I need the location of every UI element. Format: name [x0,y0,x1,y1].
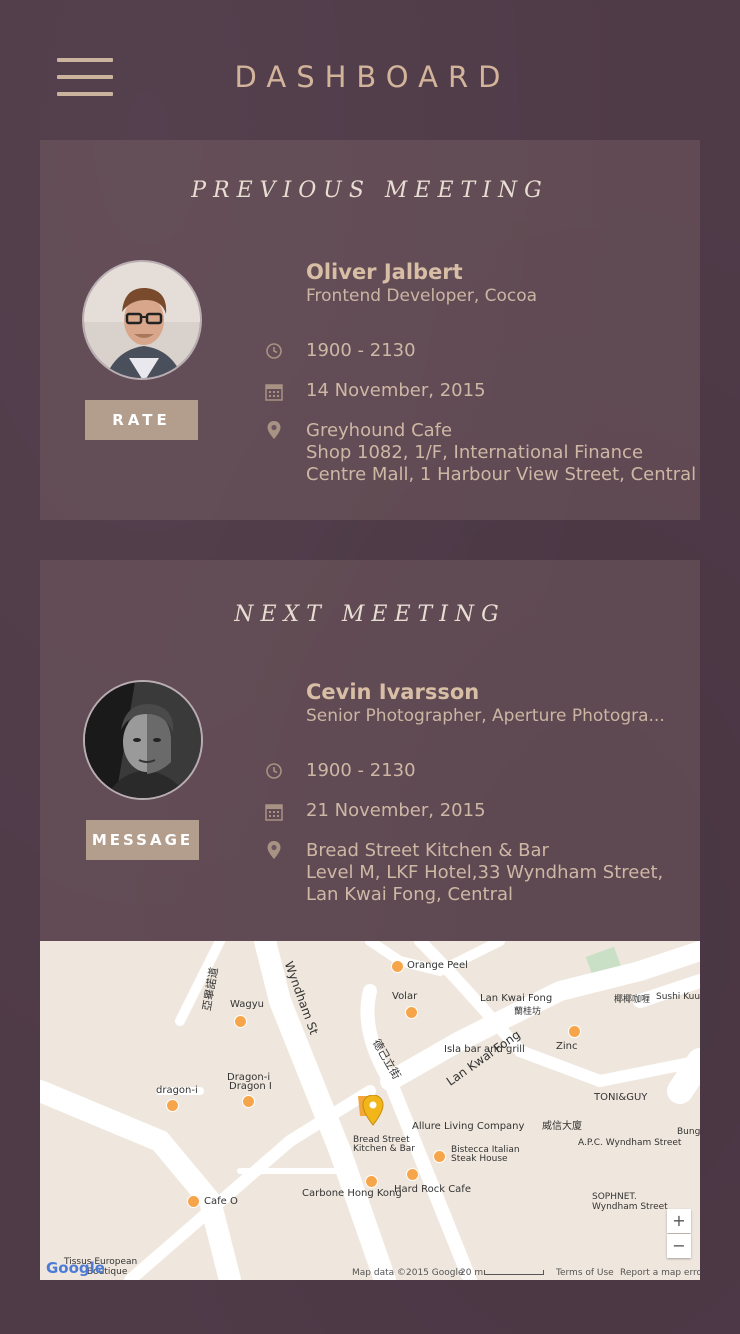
map-place-label: Kitchen & Bar [353,1144,415,1154]
map-poi[interactable] [405,1006,418,1019]
location-map[interactable]: Wyndham St Lan Kwai Fong 德己立街 亞畢諾道 Orang… [40,941,700,1280]
location-pin-icon [267,421,281,439]
clock-icon [266,763,282,779]
map-marker-icon[interactable] [362,1095,384,1127]
header: DASHBOARD [0,0,740,140]
map-poi[interactable] [391,960,404,973]
avatar-oliver [82,260,202,380]
map-place-label: Hard Rock Cafe [394,1184,471,1195]
map-place-label: Carbone Hong Kong [302,1188,402,1199]
map-place-label: Allure Living Company [412,1121,525,1132]
map-place-label: Volar [392,991,418,1002]
avatar-cevin [83,680,203,800]
previous-meeting-card: PREVIOUS MEETING RATE Oliver Jalbert Fro… [40,140,700,520]
next-meeting-card: NEXT MEETING MESSAGE Cevin Ivarsson Seni… [40,560,700,1280]
map-place-label: Dragon I [229,1081,272,1092]
previous-location-line: Greyhound Cafe [306,420,453,441]
previous-location-line: Centre Mall, 1 Harbour View Street, Cent… [306,464,697,485]
map-place-label: Zinc [556,1041,578,1052]
map-place-label: dragon-i [156,1085,198,1096]
page-title: DASHBOARD [234,60,511,94]
next-attendee-role: Senior Photographer, Aperture Photogra..… [306,706,665,726]
next-location-line: Bread Street Kitchen & Bar [306,840,549,861]
map-place-label: 蘭桂坊 [514,1007,542,1017]
map-place-label: Steak House [451,1154,508,1164]
map-place-label: Wagyu [230,999,264,1010]
previous-attendee-name: Oliver Jalbert [306,260,463,284]
previous-meeting-heading: PREVIOUS MEETING [191,178,549,203]
next-meeting-heading: NEXT MEETING [234,602,506,627]
map-place-label: 椰椰咖喱 [614,995,651,1005]
rate-button[interactable]: RATE [85,400,198,440]
zoom-in-button[interactable]: + [667,1209,691,1233]
calendar-icon [265,384,283,401]
map-poi[interactable] [234,1015,247,1028]
google-logo[interactable]: Google [46,1259,105,1277]
map-place-label: Bung [677,1127,700,1137]
clock-icon [266,343,282,359]
map-poi[interactable] [406,1168,419,1181]
next-date: 21 November, 2015 [306,800,486,821]
map-scale: 20 m [460,1268,484,1278]
map-poi[interactable] [242,1095,255,1108]
next-location-line: Level M, LKF Hotel,33 Wyndham Street, [306,862,664,883]
map-place-label: Lan Kwai Fong [480,993,553,1004]
map-place-label: SOPHNET. [592,1192,637,1202]
next-location-line: Lan Kwai Fong, Central [306,884,514,905]
map-place-label: TONI&GUY [594,1092,648,1103]
map-poi[interactable] [166,1099,179,1112]
map-place-label: Sushi Kuu [656,992,700,1002]
previous-location: Greyhound Cafe Shop 1082, 1/F, Internati… [306,420,696,486]
map-place-label: 威信大廈 [542,1121,582,1132]
map-scale-bar [484,1270,544,1275]
previous-attendee-role: Frontend Developer, Cocoa [306,286,538,306]
map-terms-link[interactable]: Terms of Use [556,1268,614,1278]
message-button[interactable]: MESSAGE [86,820,199,860]
map-attribution: Map data ©2015 Google [352,1268,464,1278]
previous-time: 1900 - 2130 [306,340,416,361]
map-place-label: Wyndham Street [592,1202,668,1212]
map-poi[interactable] [568,1025,581,1038]
map-place-label: Isla bar and grill [444,1044,525,1055]
map-poi[interactable] [187,1195,200,1208]
next-time: 1900 - 2130 [306,760,416,781]
map-place-label: Cafe O [204,1196,238,1207]
previous-date: 14 November, 2015 [306,380,486,401]
location-pin-icon [267,841,281,859]
map-place-label: A.P.C. Wyndham Street [578,1138,682,1148]
map-place-label: Orange Peel [407,960,468,971]
next-location: Bread Street Kitchen & Bar Level M, LKF … [306,840,663,906]
map-poi[interactable] [433,1150,446,1163]
calendar-icon [265,804,283,821]
zoom-out-button[interactable]: − [667,1234,691,1258]
next-attendee-name: Cevin Ivarsson [306,680,480,704]
map-poi[interactable] [365,1175,378,1188]
map-report-link[interactable]: Report a map error [620,1268,700,1278]
previous-location-line: Shop 1082, 1/F, International Finance [306,442,644,463]
